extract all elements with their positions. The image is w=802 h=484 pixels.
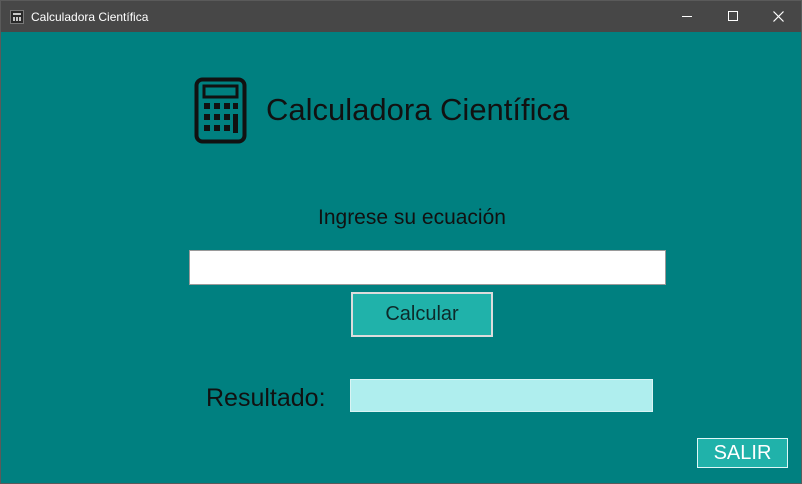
window-title: Calculadora Científica <box>31 10 149 24</box>
result-label: Resultado: <box>206 384 326 412</box>
equation-prompt-label: Ingrese su ecuación <box>318 206 506 229</box>
equation-input[interactable] <box>189 250 666 285</box>
title-bar[interactable]: Calculadora Científica <box>1 1 801 32</box>
maximize-button[interactable] <box>710 1 756 32</box>
minimize-button[interactable] <box>664 1 710 32</box>
close-button[interactable] <box>756 1 802 32</box>
calculator-icon <box>194 77 247 144</box>
calculator-app-icon <box>10 10 24 24</box>
close-icon <box>773 11 784 22</box>
page-title: Calculadora Científica <box>266 92 570 127</box>
result-field <box>350 379 653 412</box>
exit-button[interactable]: SALIR <box>697 438 788 468</box>
calculate-button[interactable]: Calcular <box>351 292 493 337</box>
app-window: Calculadora Científica Calculadora Cient… <box>0 0 802 484</box>
